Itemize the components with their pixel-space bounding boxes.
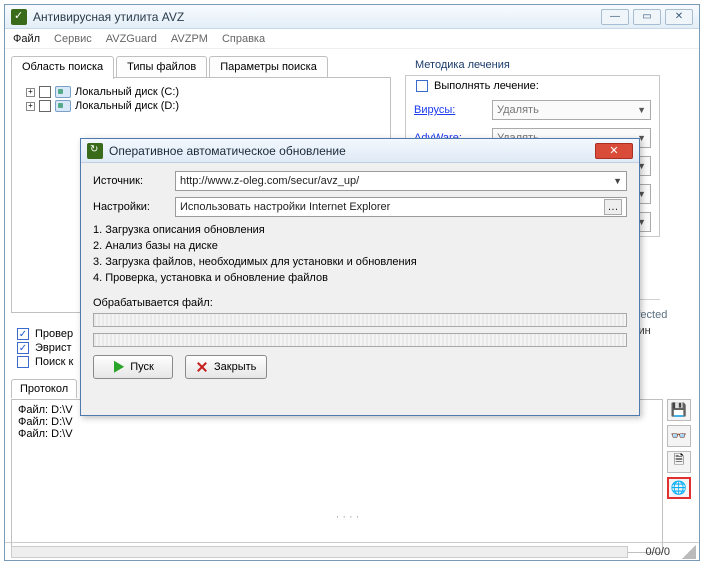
tab-search-area[interactable]: Область поиска [11,56,114,79]
dialog-buttons: Пуск Закрыть [93,355,627,379]
viruses-link[interactable]: Вирусы: [414,104,484,116]
step-4: 4. Проверка, установка и обновление файл… [93,271,627,287]
step-3: 3. Загрузка файлов, необходимых для уста… [93,255,627,271]
disk-c-checkbox[interactable] [39,86,51,98]
step-1: 1. Загрузка описания обновления [93,223,627,239]
resize-grip-icon[interactable] [682,545,696,559]
tab-file-types[interactable]: Типы файлов [116,56,207,79]
status-counter: 0/0/0 [634,546,682,558]
log-line: Файл: D:\V [18,428,656,440]
menu-avzpm[interactable]: AVZPM [171,33,208,45]
browse-button[interactable]: … [604,199,622,215]
titlebar: Антивирусная утилита AVZ ― ▭ ✕ [5,5,699,29]
menu-help[interactable]: Справка [222,33,265,45]
close-button[interactable]: ✕ [665,9,693,25]
protocol-tab[interactable]: Протокол [11,379,77,398]
do-treat-label: Выполнять лечение: [434,80,539,92]
glasses-icon[interactable]: 👓 [667,425,691,447]
protocol-log[interactable]: Файл: D:\V Файл: D:\V Файл: D:\V [11,399,663,553]
update-dialog: Оперативное автоматическое обновление ✕ … [80,138,640,416]
chevron-down-icon: ▼ [637,105,646,115]
viruses-combo[interactable]: Удалять ▼ [492,100,651,120]
drive-icon [55,100,71,112]
side-toolbar: 💾 👓 🗎 🌐 [667,399,693,499]
statusbar: 0/0/0 [5,542,699,560]
disk-c-row[interactable]: + Локальный диск (C:) [26,86,384,98]
dialog-body: Источник: http://www.z-oleg.com/secur/av… [81,163,639,387]
start-button[interactable]: Пуск [93,355,173,379]
check-3[interactable] [17,356,29,368]
settings-value: Использовать настройки Internet Explorer [180,201,390,213]
document-icon[interactable]: 🗎 [667,451,691,473]
disk-d-row[interactable]: + Локальный диск (D:) [26,100,384,112]
do-treat-checkbox[interactable] [416,80,428,92]
dialog-close-button[interactable]: ✕ [595,143,633,159]
disk-d-label: Локальный диск (D:) [75,100,179,112]
progress-bar [11,546,628,558]
start-button-label: Пуск [130,361,154,373]
disk-d-checkbox[interactable] [39,100,51,112]
menu-file[interactable]: Файл [13,33,40,45]
disk-c-label: Локальный диск (C:) [75,86,179,98]
check-3-label: Поиск к [35,356,73,368]
play-icon [112,361,124,373]
close-dialog-button[interactable]: Закрыть [185,355,267,379]
dialog-titlebar: Оперативное автоматическое обновление ✕ [81,139,639,163]
tab-search-params[interactable]: Параметры поиска [209,56,328,79]
step-2: 2. Анализ базы на диске [93,239,627,255]
window-title: Антивирусная утилита AVZ [33,10,601,24]
check-1[interactable]: ✓ [17,328,29,340]
update-globe-icon[interactable]: 🌐 [667,477,691,499]
save-icon[interactable]: 💾 [667,399,691,421]
chevron-down-icon: ▼ [613,176,622,186]
dialog-title: Оперативное автоматическое обновление [109,144,595,158]
expand-icon[interactable]: + [26,88,35,97]
log-line: Файл: D:\V [18,416,656,428]
source-label: Источник: [93,175,167,187]
settings-field[interactable]: Использовать настройки Internet Explorer… [175,197,627,217]
source-value: http://www.z-oleg.com/secur/avz_up/ [180,175,359,187]
progress-bar-2 [93,333,627,347]
check-2[interactable]: ✓ [17,342,29,354]
progress-bar-1 [93,313,627,327]
dialog-icon [87,143,103,159]
menu-service[interactable]: Сервис [54,33,92,45]
treatment-group-title: Методика лечения [415,59,660,71]
settings-label: Настройки: [93,201,167,213]
menubar: Файл Сервис AVZGuard AVZPM Справка [5,29,699,49]
expand-icon[interactable]: + [26,102,35,111]
source-combobox[interactable]: http://www.z-oleg.com/secur/avz_up/ ▼ [175,171,627,191]
app-icon [11,9,27,25]
close-icon [196,361,208,373]
viruses-combo-value: Удалять [497,104,539,116]
maximize-button[interactable]: ▭ [633,9,661,25]
close-button-label: Закрыть [214,361,256,373]
check-2-label: Эврист [35,342,72,354]
menu-avzguard[interactable]: AVZGuard [106,33,157,45]
minimize-button[interactable]: ― [601,9,629,25]
drive-icon [55,86,71,98]
splitter-handle[interactable] [11,514,687,520]
check-1-label: Провер [35,328,73,340]
update-steps: 1. Загрузка описания обновления 2. Анали… [93,223,627,287]
processing-label: Обрабатывается файл: [93,297,627,309]
window-controls: ― ▭ ✕ [601,9,693,25]
